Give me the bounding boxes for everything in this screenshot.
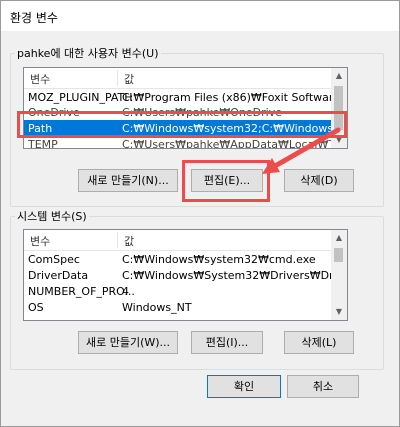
table-row-path[interactable]: Path C:₩Windows₩system32;C:₩Windows;C:₩.… [24, 120, 347, 137]
scroll-down-icon[interactable]: ▼ [331, 304, 347, 320]
system-edit-button[interactable]: 편집(I)... [191, 331, 263, 354]
column-header-value[interactable]: 값 [124, 233, 134, 249]
scroll-up-icon[interactable]: ▲ [331, 68, 347, 84]
system-new-button[interactable]: 새로 만들기(W)... [78, 331, 178, 354]
list-header: 변수 값 [24, 230, 347, 251]
table-row-os[interactable]: OS Windows_NT [24, 299, 347, 316]
table-row-comspec[interactable]: ComSpec C:₩Windows₩system32₩cmd.exe [24, 251, 347, 268]
column-header-value[interactable]: 값 [124, 71, 134, 87]
system-variables-label: 시스템 변수(S) [15, 208, 89, 224]
system-variables-list[interactable]: 변수 값 ComSpec C:₩Windows₩system32₩cmd.exe… [23, 229, 348, 321]
user-edit-button[interactable]: 편집(E)... [191, 169, 263, 192]
system-delete-button[interactable]: 삭제(L) [284, 331, 354, 354]
scroll-down-icon[interactable]: ▼ [331, 132, 347, 148]
user-list-scrollbar[interactable]: ▲ ▼ [331, 68, 347, 148]
column-separator[interactable] [117, 232, 118, 248]
user-variables-list[interactable]: 변수 값 MOZ_PLUGIN_PATH C:₩Program Files (x… [23, 67, 348, 149]
column-header-variable[interactable]: 변수 [30, 233, 50, 249]
system-list-scrollbar[interactable]: ▲ ▼ [331, 230, 347, 320]
table-row-onedrive[interactable]: OneDrive C:₩Users₩pahke₩OneDrive [24, 104, 347, 121]
column-separator[interactable] [117, 70, 118, 86]
table-row-driverdata[interactable]: DriverData C:₩Windows₩System32₩Drivers₩D… [24, 267, 347, 284]
cancel-button[interactable]: 취소 [287, 375, 359, 398]
title-bar: 환경 변수 [1, 1, 399, 31]
scroll-up-icon[interactable]: ▲ [331, 230, 347, 246]
table-row-temp[interactable]: TEMP C:₩Users₩pahke₩AppData₩Local₩Temp [24, 136, 347, 148]
table-row-number-of-processors[interactable]: NUMBER_OF_PRO... 4 [24, 283, 347, 300]
environment-variables-dialog: 환경 변수 pahke에 대한 사용자 변수(U) 변수 값 MOZ_PLUGI… [0, 0, 400, 427]
user-new-button[interactable]: 새로 만들기(N)... [78, 169, 178, 192]
dialog-title: 환경 변수 [10, 11, 58, 25]
ok-button[interactable]: 확인 [207, 375, 281, 398]
user-delete-button[interactable]: 삭제(D) [284, 169, 354, 192]
user-variables-label: pahke에 대한 사용자 변수(U) [15, 45, 161, 61]
column-header-variable[interactable]: 변수 [30, 71, 50, 87]
scroll-thumb[interactable] [334, 248, 343, 262]
list-header: 변수 값 [24, 68, 347, 89]
scroll-thumb[interactable] [334, 86, 343, 130]
